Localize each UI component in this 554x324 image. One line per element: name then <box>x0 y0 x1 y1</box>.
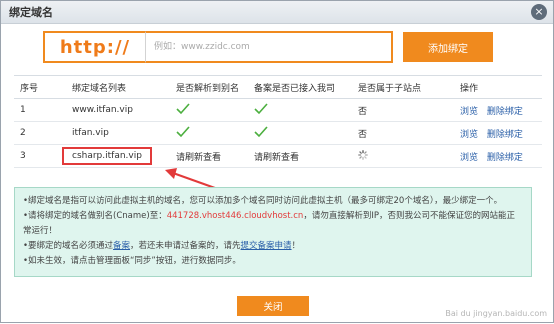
header-subsite: 是否属于子站点 <box>352 75 454 99</box>
row-domain: csharp.itfan.vip <box>62 144 170 168</box>
notice-line-2-text: •请将绑定的域名做别名(Cname)至： <box>23 211 167 221</box>
check-icon <box>176 125 190 137</box>
row-actions: 浏览 删除绑定 <box>454 121 542 145</box>
row-actions: 浏览 删除绑定 <box>454 98 542 122</box>
row-subsite <box>352 144 454 168</box>
row-domain: itfan.vip <box>66 121 170 145</box>
row-subsite: 否 <box>352 121 454 145</box>
row-alias <box>170 98 248 122</box>
http-prefix: http:// <box>43 31 145 63</box>
watermark: Bai du jingyan.baidu.com <box>445 309 547 318</box>
row-icp: 请刷新查看 <box>248 144 352 168</box>
header-icp: 备案是否已接入我司 <box>248 75 352 99</box>
row-index: 2 <box>14 121 66 145</box>
row-index: 3 <box>14 144 66 168</box>
check-icon <box>254 125 268 137</box>
notice-line-3-end: ！ <box>291 241 301 251</box>
row-actions: 浏览 删除绑定 <box>454 144 542 168</box>
notice-line-3-mid: ，若还未申请过备案的，请先 <box>130 241 241 251</box>
header-domain: 绑定域名列表 <box>66 75 170 99</box>
header-actions: 操作 <box>454 75 542 99</box>
check-icon <box>254 102 268 114</box>
delete-binding-link[interactable]: 删除绑定 <box>487 107 523 117</box>
apply-beian-link[interactable]: 提交备案申请 <box>241 241 292 251</box>
cname-target: 441728.vhost446.cloudvhost.cn <box>166 211 304 221</box>
notice-line-3-text: •要绑定的域名必须通过 <box>23 241 114 251</box>
header-alias: 是否解析到别名 <box>170 75 248 99</box>
dialog-title: 绑定域名 <box>9 6 53 19</box>
row-domain: www.itfan.vip <box>66 98 170 122</box>
bind-domain-dialog: 绑定域名 × http:// 添加绑定 序号 绑定域名列表 是否解析到别名 备案… <box>0 0 554 323</box>
notice-box: •绑定域名是指可以访问此虚拟主机的域名，您可以添加多个域名同时访问此虚拟主机（最… <box>14 187 532 277</box>
browse-link[interactable]: 浏览 <box>460 153 478 163</box>
table-header-row: 序号 绑定域名列表 是否解析到别名 备案是否已接入我司 是否属于子站点 操作 <box>14 75 542 99</box>
notice-line-3: •要绑定的域名必须通过备案，若还未申请过备案的，请先提交备案申请！ <box>23 239 523 254</box>
check-icon <box>176 102 190 114</box>
notice-line-2: •请将绑定的域名做别名(Cname)至：441728.vhost446.clou… <box>23 209 523 239</box>
row-icp <box>248 98 352 122</box>
delete-binding-link[interactable]: 删除绑定 <box>487 130 523 140</box>
beian-link[interactable]: 备案 <box>113 241 130 251</box>
add-binding-button[interactable]: 添加绑定 <box>403 32 493 62</box>
dialog-titlebar: 绑定域名 × <box>1 1 553 24</box>
table-row: 1 www.itfan.vip 否 浏览 删除绑定 <box>14 98 542 122</box>
table-row: 2 itfan.vip 否 浏览 删除绑定 <box>14 121 542 145</box>
header-index: 序号 <box>14 75 66 99</box>
row-subsite: 否 <box>352 98 454 122</box>
notice-line-1: •绑定域名是指可以访问此虚拟主机的域名，您可以添加多个域名同时访问此虚拟主机（最… <box>23 196 503 206</box>
row-index: 1 <box>14 98 66 122</box>
row-alias <box>170 121 248 145</box>
notice-line-4: •如未生效，请点击管理面板“同步”按钮，进行数据同步。 <box>23 256 241 266</box>
table-row: 3 csharp.itfan.vip 请刷新查看 请刷新查看 浏览 删除绑定 <box>14 144 542 168</box>
close-button[interactable]: 关闭 <box>237 296 309 316</box>
delete-binding-link[interactable]: 删除绑定 <box>487 153 523 163</box>
domain-table: 序号 绑定域名列表 是否解析到别名 备案是否已接入我司 是否属于子站点 操作 1… <box>14 75 542 168</box>
browse-link[interactable]: 浏览 <box>460 130 478 140</box>
row-icp <box>248 121 352 145</box>
browse-link[interactable]: 浏览 <box>460 107 478 117</box>
highlighted-domain: csharp.itfan.vip <box>62 147 152 165</box>
loading-spinner-icon <box>358 149 368 160</box>
close-icon[interactable]: × <box>531 4 547 20</box>
row-alias: 请刷新查看 <box>170 144 248 168</box>
domain-input[interactable] <box>145 31 393 63</box>
add-domain-row: http:// 添加绑定 <box>43 31 493 63</box>
